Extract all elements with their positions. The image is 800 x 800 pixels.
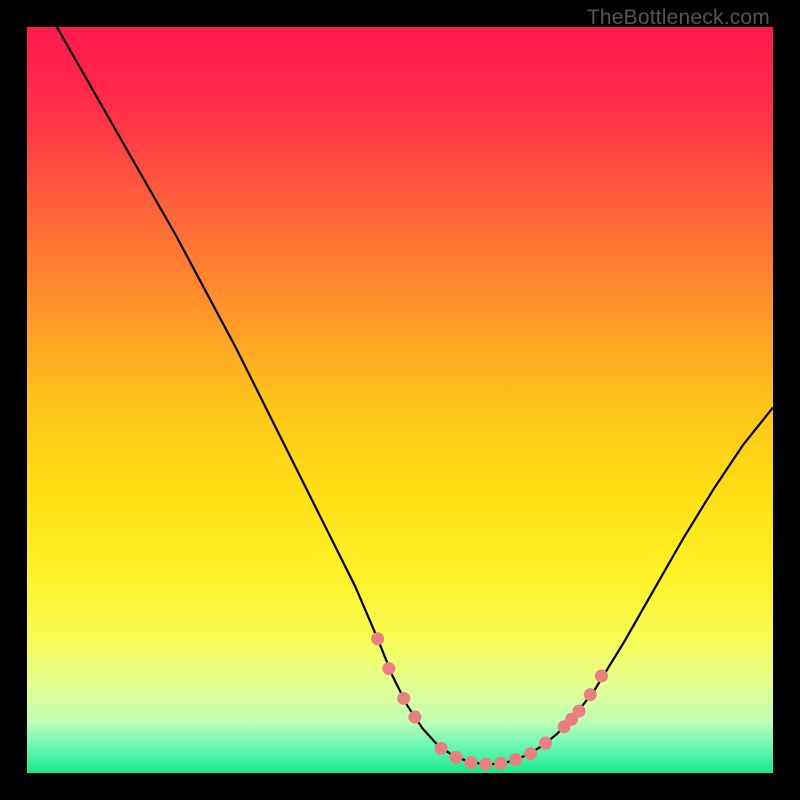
marker-point xyxy=(494,757,507,770)
marker-point xyxy=(539,737,552,750)
marker-point xyxy=(573,705,586,718)
bottleneck-curve xyxy=(27,27,773,773)
marker-point xyxy=(524,747,537,760)
marker-point xyxy=(464,756,477,769)
marker-point xyxy=(509,753,522,766)
marker-point xyxy=(408,711,421,724)
marker-point xyxy=(449,751,462,764)
marker-point xyxy=(479,758,492,771)
marker-point xyxy=(397,692,410,705)
marker-point xyxy=(371,632,384,645)
plot-area xyxy=(27,27,773,773)
marker-point xyxy=(584,688,597,701)
marker-point xyxy=(435,742,448,755)
marker-point xyxy=(382,662,395,675)
chart-container: TheBottleneck.com xyxy=(0,0,800,800)
marker-point xyxy=(595,670,608,683)
